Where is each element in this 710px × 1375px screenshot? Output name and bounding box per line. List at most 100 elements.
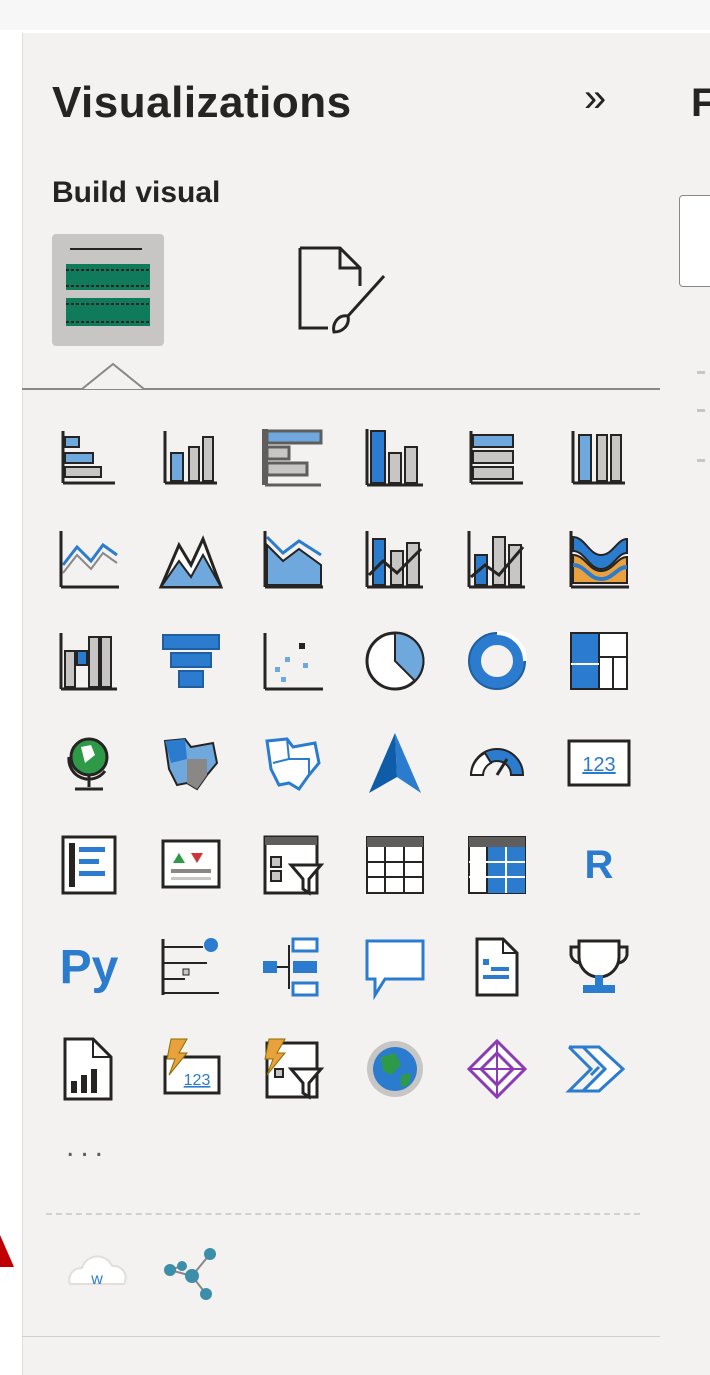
qa-icon: [365, 939, 425, 1001]
funnel-icon: [162, 634, 220, 688]
python-visual-button[interactable]: Py: [52, 930, 126, 1004]
pie-chart-icon: [365, 631, 425, 691]
clustered-bar-chart-icon: [262, 429, 323, 487]
power-apps-slicer-button[interactable]: [256, 1032, 330, 1106]
multi-row-card-button[interactable]: [52, 828, 126, 902]
matrix-button[interactable]: [460, 828, 534, 902]
power-apps-card-icon: 123: [163, 1038, 221, 1095]
selected-tab-caret: [82, 362, 144, 390]
data-pane-search-box-edge[interactable]: [679, 195, 710, 287]
power-apps-icon: [466, 1038, 528, 1100]
decomposition-tree-icon: [263, 937, 319, 997]
filled-map-button[interactable]: [154, 726, 228, 800]
smart-narrative-button[interactable]: [460, 930, 534, 1004]
format-page-brush-icon: [298, 246, 386, 334]
custom-visuals-divider: [46, 1213, 640, 1215]
kpi-icon: [161, 839, 221, 889]
get-more-visuals-button[interactable]: ...: [66, 1130, 109, 1164]
card-value: 123: [582, 754, 615, 776]
line-and-clustered-column-chart-button[interactable]: [460, 522, 534, 596]
arcgis-map-button[interactable]: [358, 1032, 432, 1106]
goals-icon: [569, 939, 629, 993]
stacked-bar-chart-icon: [61, 431, 115, 485]
100-stacked-bar-chart-icon: [469, 431, 523, 485]
funnel-button[interactable]: [154, 624, 228, 698]
slicer-button[interactable]: [256, 828, 330, 902]
ribbon-chart-icon: [569, 531, 629, 589]
map-icon: [67, 737, 109, 791]
line-and-stacked-column-chart-icon: [365, 531, 423, 589]
100-stacked-bar-chart-button[interactable]: [460, 420, 534, 494]
network-graph-button[interactable]: [156, 1236, 230, 1310]
decomposition-tree-button[interactable]: [256, 930, 330, 1004]
azure-map-icon: [369, 733, 421, 793]
pane-title: Visualizations: [52, 78, 352, 127]
shape-map-button[interactable]: [256, 726, 330, 800]
stacked-area-chart-button[interactable]: [256, 522, 330, 596]
r-script-visual-button[interactable]: R: [562, 828, 636, 902]
data-pane-field-marker: [697, 409, 705, 412]
build-visual-heading: Build visual: [52, 176, 221, 209]
donut-chart-button[interactable]: [460, 624, 534, 698]
azure-map-button[interactable]: [358, 726, 432, 800]
stacked-column-chart-button[interactable]: [154, 420, 228, 494]
donut-chart-icon: [468, 631, 527, 690]
line-and-stacked-column-chart-button[interactable]: [358, 522, 432, 596]
table-icon: [366, 836, 424, 894]
pane-section-divider: [22, 1336, 660, 1337]
line-chart-icon: [59, 531, 119, 589]
power-automate-icon: [565, 1045, 626, 1093]
card-button[interactable]: 123: [562, 726, 636, 800]
python-visual-icon: Py: [59, 940, 119, 994]
gauge-button[interactable]: [460, 726, 534, 800]
key-influencers-button[interactable]: [154, 930, 228, 1004]
power-apps-card-value: 123: [184, 1072, 211, 1089]
100-stacked-column-chart-button[interactable]: [562, 420, 636, 494]
power-apps-button[interactable]: [460, 1032, 534, 1106]
power-automate-button[interactable]: [562, 1032, 636, 1106]
format-visual-tab[interactable]: [288, 236, 400, 348]
data-pane-title-fragment: F: [691, 81, 710, 125]
data-pane-field-marker: [697, 371, 705, 374]
slicer-icon: [263, 835, 325, 896]
map-button[interactable]: [52, 726, 126, 800]
matrix-icon: [468, 836, 526, 894]
annotation-arrow: [0, 1235, 14, 1267]
arcgis-map-icon: [367, 1041, 423, 1097]
paginated-report-icon: [63, 1037, 113, 1101]
collapse-pane-button[interactable]: »: [584, 76, 606, 121]
scatter-chart-icon: [263, 633, 323, 691]
line-chart-button[interactable]: [52, 522, 126, 596]
network-graph-icon: [164, 1248, 216, 1300]
waterfall-chart-button[interactable]: [52, 624, 126, 698]
goals-button[interactable]: [562, 930, 636, 1004]
clustered-column-chart-icon: [365, 429, 423, 487]
pie-chart-button[interactable]: [358, 624, 432, 698]
kpi-button[interactable]: [154, 828, 228, 902]
clustered-bar-chart-button[interactable]: [256, 420, 330, 494]
power-apps-card-button[interactable]: 123: [154, 1032, 228, 1106]
card-icon: 123: [567, 739, 631, 787]
area-chart-button[interactable]: [154, 522, 228, 596]
word-cloud-icon: w: [68, 1255, 127, 1288]
stacked-bar-chart-button[interactable]: [52, 420, 126, 494]
table-button[interactable]: [358, 828, 432, 902]
line-and-clustered-column-chart-icon: [467, 531, 525, 589]
qa-button[interactable]: [358, 930, 432, 1004]
treemap-button[interactable]: [562, 624, 636, 698]
scatter-chart-button[interactable]: [256, 624, 330, 698]
power-apps-slicer-icon: [264, 1038, 325, 1100]
paginated-report-button[interactable]: [52, 1032, 126, 1106]
smart-narrative-icon: [475, 937, 519, 997]
word-cloud-button[interactable]: w: [60, 1236, 134, 1310]
treemap-icon: [570, 632, 628, 690]
r-script-visual-icon: R: [584, 842, 614, 887]
waterfall-chart-icon: [59, 633, 117, 691]
clustered-column-chart-button[interactable]: [358, 420, 432, 494]
data-pane-edge: F: [661, 33, 710, 1375]
ribbon-chart-button[interactable]: [562, 522, 636, 596]
build-visual-tab[interactable]: [52, 234, 164, 346]
top-bar: [0, 0, 710, 30]
data-pane-field-marker: [697, 459, 705, 462]
gauge-icon: [469, 748, 525, 776]
